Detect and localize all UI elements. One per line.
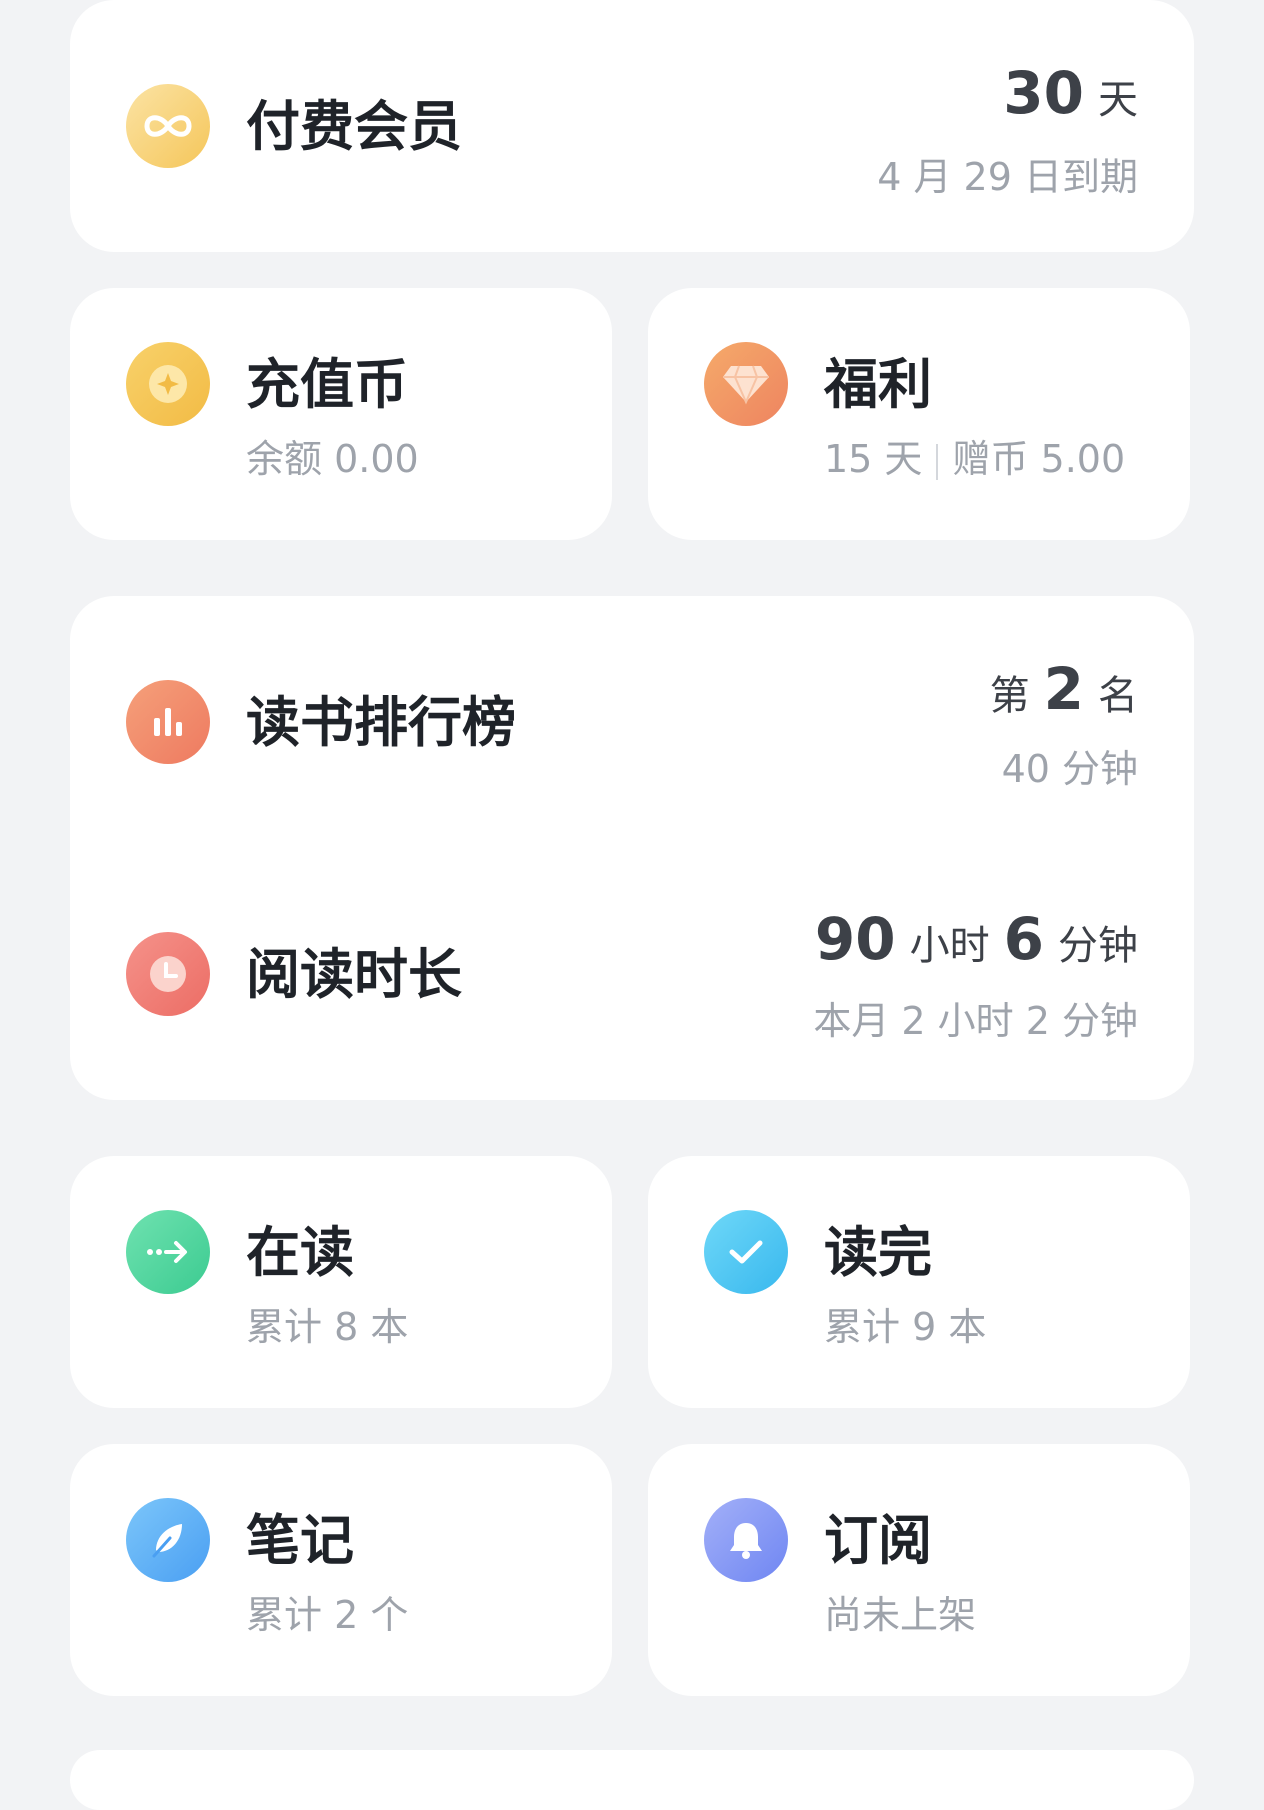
subscription-card[interactable]: 订阅 尚未上架 — [648, 1444, 1190, 1696]
stats-card: 读书排行榜 第 2 名 40 分钟 阅读时长 90 小时 6 分钟 本月 2 小… — [70, 596, 1194, 1100]
arrow-right-icon — [126, 1210, 210, 1294]
notes-title: 笔记 — [246, 1509, 354, 1572]
check-icon — [704, 1210, 788, 1294]
clock-icon — [126, 932, 210, 1016]
bell-icon — [704, 1498, 788, 1582]
bar-chart-icon — [126, 680, 210, 764]
finished-title: 读完 — [824, 1221, 932, 1284]
reading-time-month: 本月 2 小时 2 分钟 — [813, 999, 1138, 1043]
reading-time-row[interactable]: 阅读时长 90 小时 6 分钟 本月 2 小时 2 分钟 — [70, 848, 1194, 1100]
ranking-row[interactable]: 读书排行榜 第 2 名 40 分钟 — [70, 596, 1194, 848]
coin-icon — [126, 342, 210, 426]
ranking-position: 第 2 名 — [990, 660, 1138, 718]
reading-time-title: 阅读时长 — [246, 943, 462, 1006]
next-card[interactable] — [70, 1750, 1194, 1810]
membership-days-value: 30 — [1003, 59, 1084, 127]
diamond-icon — [704, 342, 788, 426]
subscription-status: 尚未上架 — [824, 1593, 977, 1637]
welfare-title: 福利 — [824, 353, 932, 416]
notes-count: 累计 2 个 — [246, 1593, 409, 1637]
recharge-balance: 余额 0.00 — [246, 437, 419, 481]
welfare-info: 15 天赠币 5.00 — [824, 440, 1125, 480]
notes-card[interactable]: 笔记 累计 2 个 — [70, 1444, 612, 1696]
reading-time-total: 90 小时 6 分钟 — [815, 910, 1138, 968]
reading-minutes-unit: 分钟 — [1058, 923, 1138, 969]
ranking-title: 读书排行榜 — [246, 691, 516, 754]
welfare-bonus: 赠币 5.00 — [952, 437, 1126, 481]
recharge-card[interactable]: 充值币 余额 0.00 — [70, 288, 612, 540]
ranking-minutes: 40 分钟 — [1001, 747, 1138, 791]
finished-count: 累计 9 本 — [824, 1305, 987, 1349]
reading-hours-value: 90 — [814, 905, 896, 973]
membership-expiry: 4 月 29 日到期 — [877, 155, 1138, 199]
welfare-days: 15 天 — [824, 437, 923, 481]
reading-hours-unit: 小时 — [909, 923, 990, 969]
subscription-title: 订阅 — [824, 1509, 932, 1572]
reading-card[interactable]: 在读 累计 8 本 — [70, 1156, 612, 1408]
membership-days-unit: 天 — [1098, 77, 1138, 123]
reading-minutes-value: 6 — [1003, 905, 1044, 973]
recharge-title: 充值币 — [246, 353, 408, 416]
membership-card[interactable]: 付费会员 30 天 4 月 29 日到期 — [70, 0, 1194, 252]
reading-title: 在读 — [246, 1221, 354, 1284]
ranking-value: 2 — [1043, 655, 1084, 723]
membership-days: 30 天 — [1003, 64, 1138, 122]
ranking-prefix: 第 — [989, 673, 1030, 719]
welfare-card[interactable]: 福利 15 天赠币 5.00 — [648, 288, 1190, 540]
infinity-icon — [126, 84, 210, 168]
membership-title: 付费会员 — [246, 95, 462, 158]
welfare-divider — [936, 443, 939, 480]
ranking-suffix: 名 — [1098, 673, 1138, 719]
reading-count: 累计 8 本 — [246, 1305, 409, 1349]
feather-icon — [126, 1498, 210, 1582]
finished-card[interactable]: 读完 累计 9 本 — [648, 1156, 1190, 1408]
